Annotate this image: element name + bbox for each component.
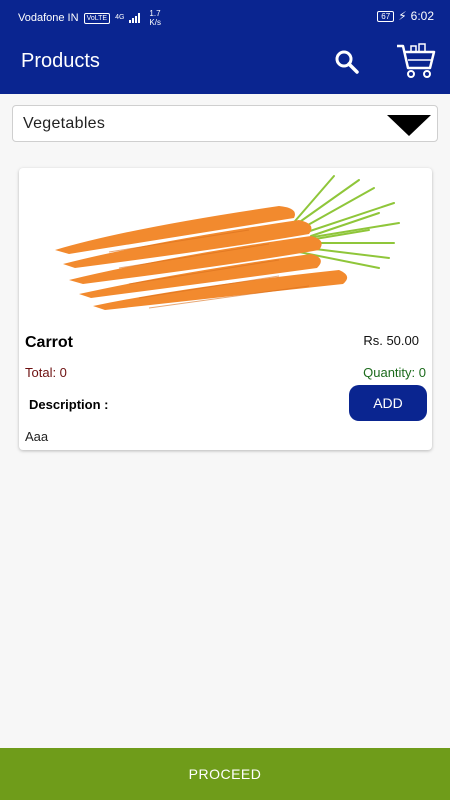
cart-icon[interactable]	[395, 42, 437, 80]
product-price: Rs. 50.00	[363, 333, 419, 348]
volte-badge: VoLTE	[83, 12, 111, 24]
product-card: Carrot Rs. 50.00 Total: 0 Quantity: 0 De…	[19, 168, 432, 450]
product-name: Carrot	[25, 334, 74, 351]
add-button[interactable]: ADD	[349, 385, 427, 421]
status-bar: Vodafone IN VoLTE 4G 1.7 K/s 67 ⚡ 6:02	[0, 0, 450, 32]
status-left: Vodafone IN VoLTE 4G 1.7 K/s	[18, 9, 161, 27]
product-quantity: Quantity: 0	[363, 365, 426, 380]
signal-icon	[129, 13, 141, 23]
description-label: Description :	[29, 397, 109, 412]
carrier-name: Vodafone IN	[18, 12, 79, 24]
battery-icon: 67	[377, 10, 395, 22]
page-title: Products	[21, 50, 100, 72]
clock: 6:02	[410, 9, 434, 23]
carrot-image	[55, 175, 400, 310]
search-icon[interactable]	[333, 48, 361, 76]
category-selected-value: Vegetables	[23, 115, 106, 132]
chevron-down-icon	[387, 115, 431, 136]
description-text: Aaa	[25, 429, 49, 444]
app-bar: Vodafone IN VoLTE 4G 1.7 K/s 67 ⚡ 6:02 P…	[0, 0, 450, 94]
network-type: 4G	[115, 14, 125, 21]
charging-icon: ⚡	[398, 9, 407, 23]
category-dropdown[interactable]: Vegetables	[12, 105, 438, 142]
proceed-button[interactable]: PROCEED	[0, 748, 450, 800]
product-total: Total: 0	[25, 365, 67, 380]
network-speed: 1.7 K/s	[149, 9, 161, 27]
status-right: 67 ⚡ 6:02	[377, 9, 434, 23]
